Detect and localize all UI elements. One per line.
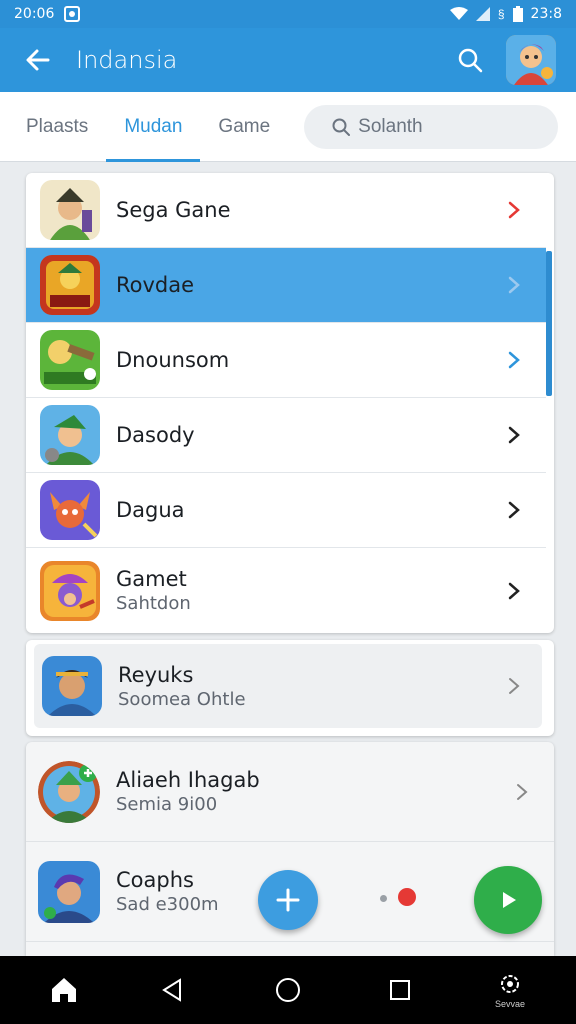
featured-subtitle: Soomea Ohtle: [118, 688, 246, 710]
status-time-left: 20:06: [14, 6, 55, 22]
list-item-subtitle: Semia 9i00: [116, 794, 218, 815]
search-input[interactable]: Solanth: [304, 104, 559, 149]
list-item[interactable]: Aliaeh Ihagab Semia 9i00: [26, 742, 554, 842]
game-icon: [40, 330, 100, 390]
chevron-right-icon: [517, 784, 528, 800]
search-icon: [332, 118, 351, 136]
play-icon: [503, 892, 516, 908]
game-icon: [40, 180, 100, 240]
featured-title: Reyuks: [118, 662, 194, 687]
home-icon: [52, 978, 76, 1002]
list-item-title: Sega Gane: [116, 198, 231, 222]
game-icon: [40, 255, 100, 315]
list-item-title: Coaphs: [116, 868, 194, 892]
chevron-right-icon: [508, 351, 520, 369]
list-item[interactable]: Dasody: [26, 398, 546, 473]
nav-back-button[interactable]: [132, 956, 212, 1024]
list-item-title: Dagua: [116, 498, 185, 522]
nav-recents-button[interactable]: [360, 956, 440, 1024]
avatar-character-icon: [506, 35, 556, 85]
notification-icon: [64, 6, 81, 22]
tab-bar: Plaasts Mudan Game Solanth: [0, 92, 576, 162]
list-item-title: Dasody: [116, 423, 195, 447]
record-indicator: [398, 888, 416, 906]
game-icon: [38, 860, 100, 923]
play-button[interactable]: [474, 866, 542, 934]
list-item[interactable]: Dagua: [26, 473, 546, 548]
tab-game[interactable]: Game: [200, 92, 288, 162]
list-item[interactable]: Dnounsom: [26, 323, 546, 398]
game-icon: [40, 405, 100, 465]
page-title: Indansia: [76, 46, 178, 74]
status-bar: 20:06 § 23:8: [0, 0, 576, 28]
featured-card: Reyuks Soomea Ohtle: [26, 640, 554, 736]
triangle-back-icon: [162, 978, 181, 1002]
tab-plaasts[interactable]: Plaasts: [0, 92, 106, 162]
signal-icon: [475, 7, 490, 21]
chevron-right-icon: [508, 582, 520, 599]
chevron-right-icon: [508, 501, 520, 519]
game-list-card: Sega Gane Rovdae Dnounsom Dasody Dagua G…: [26, 173, 554, 633]
chevron-right-icon: [508, 201, 520, 219]
list-item-title: Dnounsom: [116, 348, 230, 372]
scrollbar[interactable]: [546, 251, 552, 396]
battery-icon: [512, 6, 523, 22]
square-icon: [390, 980, 410, 1000]
search-placeholder: Solanth: [358, 115, 423, 137]
avatar[interactable]: [506, 35, 556, 85]
search-button[interactable]: [448, 38, 492, 82]
app-bar: Indansia: [0, 28, 576, 92]
status-time-right: 23:8: [530, 6, 562, 22]
nav-home-button[interactable]: [24, 956, 104, 1024]
chevron-right-icon: [508, 426, 520, 444]
list-item-title: Gamet: [116, 567, 187, 591]
add-button[interactable]: [258, 870, 318, 930]
list-item[interactable]: Gamet Sahtdon: [26, 548, 546, 633]
nav-settings-button[interactable]: Sevvae: [470, 956, 550, 1024]
game-icon: [40, 480, 100, 540]
back-button[interactable]: [0, 28, 76, 92]
nfc-icon: §: [497, 7, 505, 21]
list-item-subtitle: Sad e300m: [116, 894, 219, 915]
list-item-title: Aliaeh Ihagab: [116, 768, 260, 792]
game-icon: [38, 760, 100, 823]
game-icon: [40, 560, 100, 621]
list-item-title: Rovdae: [116, 273, 195, 297]
featured-item[interactable]: Reyuks Soomea Ohtle: [34, 644, 542, 728]
page-indicator-dot: [380, 895, 387, 902]
nav-home-circle-button[interactable]: [248, 956, 328, 1024]
arrow-left-icon: [26, 49, 50, 71]
system-nav-bar: Sevvae: [0, 956, 576, 1024]
chevron-right-icon: [509, 678, 520, 694]
nav-settings-caption: Sevvae: [494, 999, 526, 1009]
wifi-icon: [449, 7, 468, 20]
plus-icon: [276, 888, 300, 912]
list-item-subtitle: Sahtdon: [116, 593, 191, 614]
list-item[interactable]: Sega Gane: [26, 173, 546, 248]
game-icon: [42, 656, 102, 716]
settings-icon: [501, 975, 519, 993]
circle-icon: [276, 978, 300, 1002]
search-icon: [458, 48, 483, 73]
chevron-right-icon: [508, 276, 520, 294]
tab-mudan[interactable]: Mudan: [106, 92, 201, 162]
list-item[interactable]: Rovdae: [26, 248, 546, 323]
